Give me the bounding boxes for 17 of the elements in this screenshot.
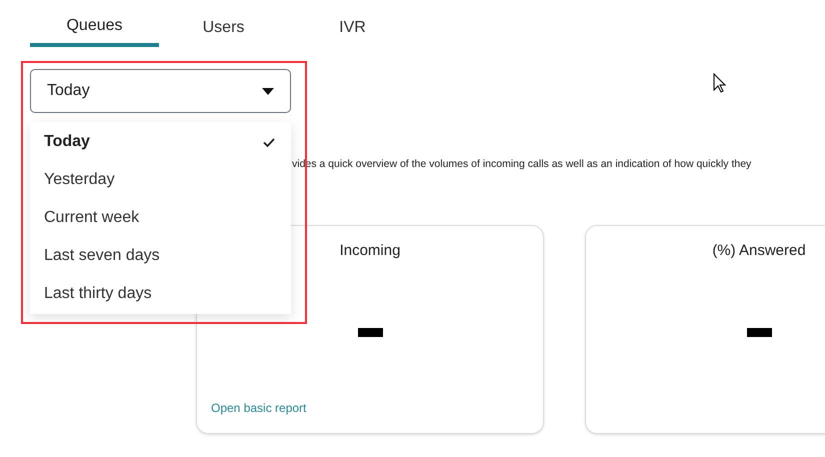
menu-option[interactable]: Last thirty days bbox=[30, 275, 291, 313]
check-icon bbox=[263, 138, 275, 146]
card-title: Incoming bbox=[340, 240, 400, 261]
menu-option[interactable]: Current week bbox=[30, 199, 291, 237]
card-title: (%) Answered bbox=[712, 240, 806, 261]
menu-option[interactable]: Last seven days bbox=[30, 237, 291, 275]
tab[interactable]: IVR bbox=[288, 8, 417, 47]
empty-value-bar bbox=[746, 328, 772, 338]
empty-value-bar bbox=[358, 328, 382, 338]
menu-option[interactable]: Yesterday bbox=[30, 161, 291, 199]
period-select[interactable]: Today bbox=[30, 69, 291, 113]
mouse-pointer-icon bbox=[713, 73, 726, 93]
menu-option[interactable]: Today bbox=[30, 123, 291, 161]
tab[interactable]: Users bbox=[159, 8, 288, 47]
tab[interactable]: Queues bbox=[30, 8, 159, 47]
open-report-link[interactable]: Open basic report bbox=[211, 398, 306, 417]
caret-icon bbox=[262, 88, 274, 94]
